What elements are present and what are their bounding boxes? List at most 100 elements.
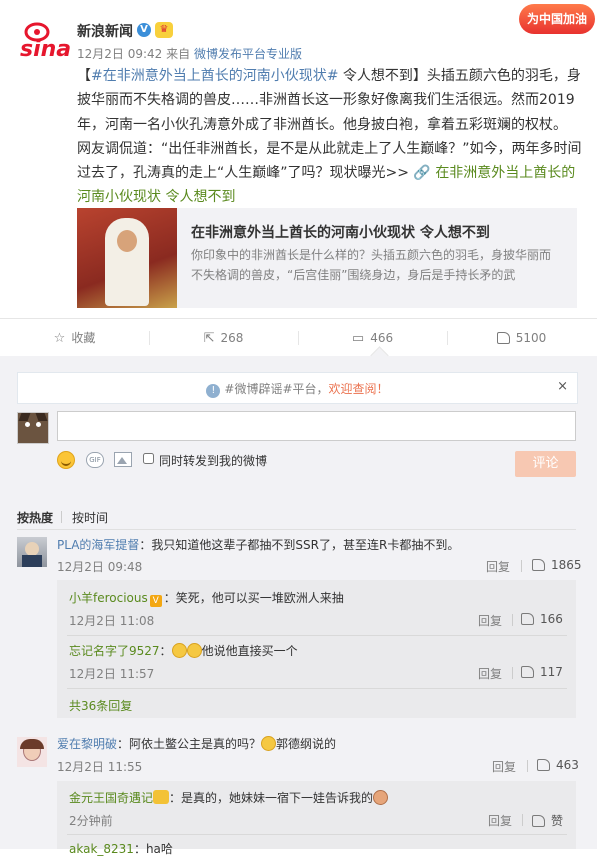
repost-count: 268: [220, 331, 244, 345]
reply-text: 忘记名字了9527： 他说他直接买一个: [69, 642, 298, 659]
link-icon: 🔗: [413, 165, 431, 182]
comment-like-button[interactable]: 463: [537, 758, 579, 772]
more-replies-link[interactable]: 共36条回复: [69, 697, 132, 714]
favorite-button[interactable]: ☆ 收藏: [0, 319, 149, 357]
action-bar: ☆ 收藏 ⇱ 268 ▭ 466 5100: [0, 318, 597, 358]
comment-text: 爱在黎明破：阿依土鳖公主是真的吗？ 郭德纲说的: [57, 735, 336, 752]
reply-button[interactable]: 回复: [488, 812, 512, 829]
forward-label[interactable]: 同时转发到我的微博: [159, 452, 267, 469]
thumbs-up-icon: [532, 815, 545, 827]
comment-input[interactable]: [57, 411, 576, 441]
promo-badge[interactable]: 为中国加油: [519, 4, 595, 34]
sort-divider-line: [17, 529, 576, 530]
post-author[interactable]: 新浪新闻: [77, 21, 133, 41]
avatar[interactable]: [17, 737, 47, 767]
article-link-text-1: 在非洲意外当上酋长的: [435, 165, 576, 182]
reply-like-button[interactable]: 赞: [532, 812, 563, 829]
avatar[interactable]: [17, 537, 47, 567]
notice-link[interactable]: 欢迎查阅！: [329, 382, 389, 396]
star-icon: ☆: [53, 331, 66, 346]
thumbs-up-icon: [521, 666, 534, 678]
card-desc-line1: 你印象中的非洲酋长是什么样的？头插五颜六色的羽毛，身披华丽而: [191, 248, 552, 262]
reply-text: 小羊ferocious V ：笑死，他可以买一堆欧洲人来抽: [69, 589, 344, 607]
reply-user[interactable]: 忘记名字了9527: [69, 644, 160, 658]
favorite-label: 收藏: [71, 331, 96, 345]
reply-like-button[interactable]: 166: [521, 612, 563, 626]
post-source[interactable]: 微博发布平台专业版: [194, 47, 302, 61]
body-line5: 过去了，孔涛真的走上“人生巅峰”了吗？现状曝光>>: [77, 165, 414, 182]
reply-like-count: 赞: [551, 814, 564, 828]
close-icon[interactable]: ×: [557, 379, 568, 394]
comment-body: ：我只知道他这辈子都抽不到SSR了，甚至连R卡都抽不到。: [139, 538, 460, 552]
reply-body: ：笑死，他可以买一堆欧洲人来抽: [163, 591, 344, 605]
reply-user[interactable]: akak_8231: [69, 842, 134, 856]
comment-like-count: 463: [556, 758, 579, 772]
vip-icon: V: [149, 595, 162, 607]
reply-body: 他说他直接买一个: [201, 644, 298, 658]
reply-like-count: 117: [540, 665, 563, 679]
comment-user[interactable]: PLA的海军提督: [57, 538, 139, 552]
reply-like-button[interactable]: 117: [521, 665, 563, 679]
comment-like-button[interactable]: 1865: [532, 558, 582, 572]
article-link[interactable]: 🔗 在非洲意外当上酋长的: [413, 165, 575, 181]
comment-button[interactable]: ▭ 466: [298, 319, 447, 357]
repost-button[interactable]: ⇱ 268: [149, 319, 298, 357]
comment-time: 12月2日 11:55: [57, 760, 143, 774]
comment-user[interactable]: 爱在黎明破: [57, 737, 117, 751]
sort-time-tab[interactable]: 按时间: [72, 509, 108, 526]
reply-colon: ：: [159, 644, 172, 658]
body-bracket: 【: [77, 68, 91, 84]
reply-body: ：ha哈: [133, 842, 173, 856]
reply-divider: [67, 834, 567, 835]
from-label: 来自: [166, 47, 191, 61]
post-body: 【#在非洲意外当上酋长的河南小伙现状# 令人想不到】头插五颜六色的羽毛，身 披华…: [77, 64, 582, 210]
emoji-icon: [373, 790, 389, 805]
submit-comment-button[interactable]: 评论: [515, 451, 576, 477]
rumor-notice: ! #微博辟谣#平台，欢迎查阅！ ×: [17, 372, 578, 404]
reply-body: ：是真的，她妹妹一宿下一娃告诉我的: [169, 791, 374, 805]
image-icon[interactable]: [114, 452, 132, 467]
reply-button[interactable]: 回复: [478, 612, 502, 629]
thumbs-up-icon: [521, 613, 534, 625]
comment-count: 466: [370, 331, 394, 345]
forward-checkbox[interactable]: [143, 453, 154, 464]
like-button[interactable]: 5100: [447, 319, 596, 357]
verified-icon: V: [137, 23, 151, 37]
reply-time: 12月2日 11:08: [69, 614, 155, 628]
emoji-icon: [261, 736, 277, 751]
sina-logo: sina: [18, 20, 71, 62]
reply-user[interactable]: 小羊ferocious: [69, 591, 148, 605]
comment-like-count: 1865: [551, 558, 582, 572]
separator: [522, 814, 523, 826]
reply-divider: [67, 688, 567, 689]
article-card[interactable]: 在非洲意外当上酋长的河南小伙现状 令人想不到 你印象中的非洲酋长是什么样的？头插…: [77, 208, 577, 308]
thumbs-up-icon: [496, 332, 510, 344]
my-avatar[interactable]: [17, 412, 49, 444]
separator: [512, 614, 513, 626]
body-line1: 令人想不到】头插五颜六色的羽毛，身: [338, 68, 581, 84]
reply-time: 2分钟前: [69, 814, 113, 828]
gif-icon[interactable]: GIF: [86, 452, 104, 468]
emoji-icon[interactable]: [57, 451, 75, 469]
reply-text: 金元王国奇遇记 ：是真的，她妹妹一宿下一娃告诉我的: [69, 789, 389, 806]
article-link-cont[interactable]: 河南小伙现状 令人想不到: [77, 189, 235, 205]
body-line2: 披华丽而不失格调的兽皮……非洲酋长这一形象好像离我们生活很远。然而2019: [77, 92, 575, 109]
reply-divider: [67, 635, 567, 636]
post-time[interactable]: 12月2日 09:42: [77, 47, 162, 61]
comment-body: ：阿依土鳖公主是真的吗？: [117, 737, 262, 751]
emoji-icon: [171, 643, 187, 658]
sort-hot-tab[interactable]: 按热度: [17, 509, 53, 526]
body-line4: 网友调侃道：“出任非洲酋长，是不是从此就走上了人生巅峰？”如今，两年多时间: [77, 140, 582, 157]
reply-button[interactable]: 回复: [492, 758, 516, 775]
separator: [527, 760, 528, 772]
fan-badge-icon[interactable]: ♛: [155, 22, 173, 38]
reply-button[interactable]: 回复: [478, 665, 502, 682]
sort-divider: [61, 511, 62, 523]
reply-button[interactable]: 回复: [486, 558, 510, 575]
body-line3: 年，河南一名小伙孔涛意外成了非洲酋长。他身披白袍，拿着五彩斑斓的权杖。: [77, 116, 567, 133]
reply-user[interactable]: 金元王国奇遇记: [69, 791, 153, 805]
topic-link[interactable]: #在非洲意外当上酋长的河南小伙现状#: [91, 68, 338, 84]
separator: [521, 560, 522, 572]
article-card-desc: 你印象中的非洲酋长是什么样的？头插五颜六色的羽毛，身披华丽而 不失格调的兽皮，“…: [191, 245, 561, 285]
like-count: 5100: [515, 331, 547, 345]
